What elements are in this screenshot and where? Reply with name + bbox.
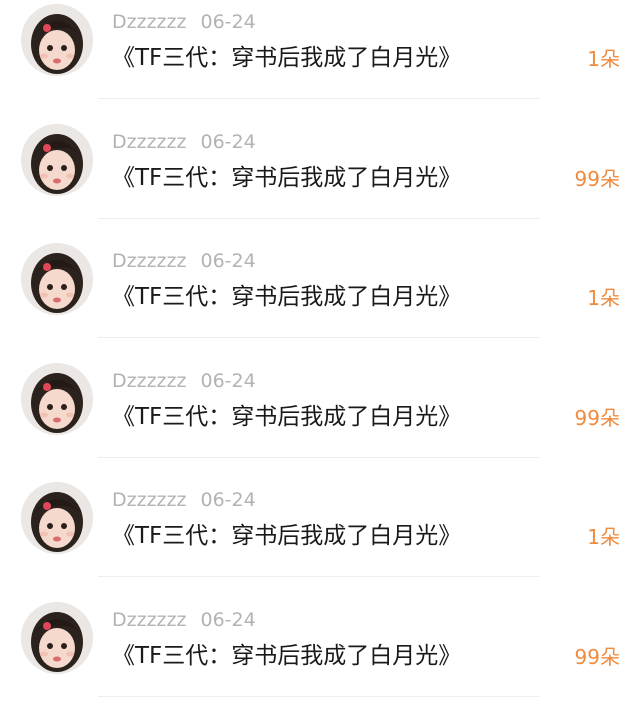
- flower-gift-list: Dzzzzzz 06-24 《TF三代：穿书后我成了白月光》 1朵 Dzzzzzz…: [0, 0, 640, 717]
- list-item[interactable]: Dzzzzzz 06-24 《TF三代：穿书后我成了白月光》 1朵: [0, 0, 640, 120]
- item-meta: Dzzzzzz 06-24: [112, 129, 256, 155]
- list-item[interactable]: Dzzzzzz 06-24 《TF三代：穿书后我成了白月光》 1朵: [0, 239, 640, 359]
- flower-count: 99朵: [575, 162, 620, 196]
- item-title[interactable]: 《TF三代：穿书后我成了白月光》: [112, 279, 461, 315]
- flower-count: 1朵: [587, 281, 620, 315]
- list-item[interactable]: Dzzzzzz 06-24 《TF三代：穿书后我成了白月光》 1朵: [0, 478, 640, 598]
- divider: [98, 218, 540, 219]
- child-photo-avatar-icon: [21, 124, 93, 196]
- divider: [98, 98, 540, 99]
- date: 06-24: [200, 131, 255, 153]
- child-photo-avatar-icon: [21, 602, 93, 674]
- item-meta: Dzzzzzz 06-24: [112, 368, 256, 394]
- date: 06-24: [200, 250, 255, 272]
- flower-count: 99朵: [575, 640, 620, 674]
- child-photo-avatar-icon: [21, 243, 93, 315]
- flower-count: 99朵: [575, 401, 620, 435]
- divider: [98, 337, 540, 338]
- flower-count: 1朵: [587, 520, 620, 554]
- item-title[interactable]: 《TF三代：穿书后我成了白月光》: [112, 160, 461, 196]
- item-meta: Dzzzzzz 06-24: [112, 9, 256, 35]
- child-photo-avatar-icon: [21, 482, 93, 554]
- avatar[interactable]: [21, 243, 93, 315]
- child-photo-avatar-icon: [21, 4, 93, 76]
- item-title[interactable]: 《TF三代：穿书后我成了白月光》: [112, 518, 461, 554]
- divider: [98, 576, 540, 577]
- item-title[interactable]: 《TF三代：穿书后我成了白月光》: [112, 40, 461, 76]
- avatar[interactable]: [21, 482, 93, 554]
- date: 06-24: [200, 489, 255, 511]
- flower-count: 1朵: [587, 42, 620, 76]
- avatar[interactable]: [21, 4, 93, 76]
- divider: [98, 696, 540, 697]
- username[interactable]: Dzzzzzz: [112, 370, 186, 392]
- date: 06-24: [200, 11, 255, 33]
- item-title[interactable]: 《TF三代：穿书后我成了白月光》: [112, 399, 461, 435]
- list-item[interactable]: Dzzzzzz 06-24 《TF三代：穿书后我成了白月光》 99朵: [0, 359, 640, 479]
- item-meta: Dzzzzzz 06-24: [112, 248, 256, 274]
- item-meta: Dzzzzzz 06-24: [112, 487, 256, 513]
- username[interactable]: Dzzzzzz: [112, 131, 186, 153]
- item-meta: Dzzzzzz 06-24: [112, 607, 256, 633]
- item-title[interactable]: 《TF三代：穿书后我成了白月光》: [112, 638, 461, 674]
- list-item[interactable]: Dzzzzzz 06-24 《TF三代：穿书后我成了白月光》 99朵: [0, 120, 640, 240]
- username[interactable]: Dzzzzzz: [112, 489, 186, 511]
- username[interactable]: Dzzzzzz: [112, 11, 186, 33]
- divider: [98, 457, 540, 458]
- username[interactable]: Dzzzzzz: [112, 609, 186, 631]
- avatar[interactable]: [21, 124, 93, 196]
- username[interactable]: Dzzzzzz: [112, 250, 186, 272]
- date: 06-24: [200, 609, 255, 631]
- date: 06-24: [200, 370, 255, 392]
- child-photo-avatar-icon: [21, 363, 93, 435]
- list-item[interactable]: Dzzzzzz 06-24 《TF三代：穿书后我成了白月光》 99朵: [0, 598, 640, 717]
- avatar[interactable]: [21, 602, 93, 674]
- avatar[interactable]: [21, 363, 93, 435]
